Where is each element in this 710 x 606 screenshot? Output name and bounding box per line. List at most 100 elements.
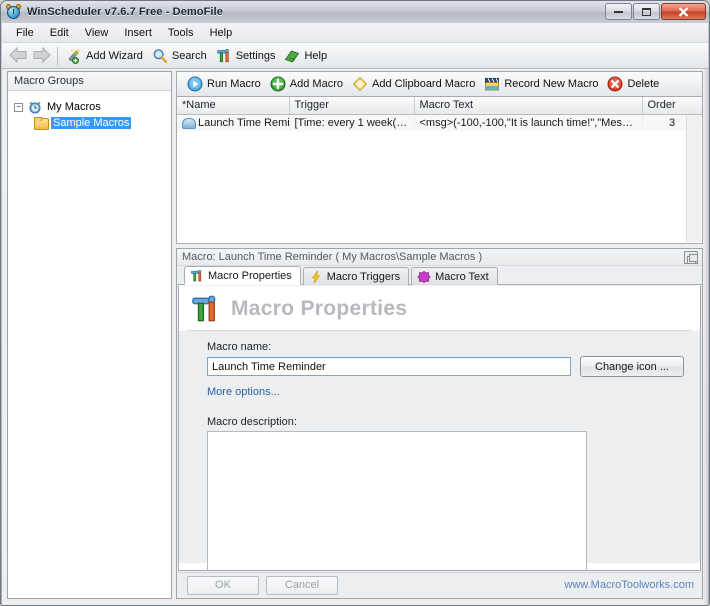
help-button[interactable]: Help xyxy=(281,46,333,66)
search-button[interactable]: Search xyxy=(149,46,213,66)
lightning-icon xyxy=(309,270,323,284)
menu-item-tools[interactable]: Tools xyxy=(160,25,202,41)
cell-name: Launch Time Reminder xyxy=(177,114,290,131)
tree-node-sample-macros-label: Sample Macros xyxy=(51,117,132,129)
title-bar: WinScheduler v7.6.7 Free - DemoFile xyxy=(1,1,709,23)
tools-icon xyxy=(216,48,232,64)
plus-circle-icon xyxy=(270,76,286,92)
tree-node-sample-macros[interactable]: Sample Macros xyxy=(14,115,167,131)
tools-icon xyxy=(191,294,221,324)
add-clipboard-macro-button[interactable]: Add Clipboard Macro xyxy=(349,74,481,94)
main-body: Macro Groups − My Macros Sample Macros R… xyxy=(2,69,708,605)
menu-item-view[interactable]: View xyxy=(77,25,117,41)
ok-button[interactable]: OK xyxy=(187,575,259,595)
delete-button[interactable]: Delete xyxy=(604,74,665,94)
macro-groups-tree: − My Macros Sample Macros xyxy=(8,91,171,135)
add-macro-button[interactable]: Add Macro xyxy=(267,74,349,94)
tree-node-my-macros-label: My Macros xyxy=(47,101,101,113)
macro-icon xyxy=(182,117,196,130)
back-arrow-icon[interactable] xyxy=(8,46,30,66)
tab-macro-properties[interactable]: Macro Properties xyxy=(184,266,301,285)
cell-name-text: Launch Time Reminder xyxy=(198,116,289,129)
toolbar-separator xyxy=(57,46,58,65)
magnifier-icon xyxy=(152,48,168,64)
application-window: WinScheduler v7.6.7 Free - DemoFile File… xyxy=(0,0,710,606)
page-title-text: Macro Properties xyxy=(231,297,408,320)
run-macro-button[interactable]: Run Macro xyxy=(184,74,267,94)
run-macro-label: Run Macro xyxy=(207,78,261,90)
window-title: WinScheduler v7.6.7 Free - DemoFile xyxy=(27,6,223,18)
table-header-row: *Name Trigger Macro Text Order xyxy=(177,97,702,115)
purple-blob-icon xyxy=(417,270,431,284)
clapboard-icon xyxy=(484,76,500,92)
menu-item-insert[interactable]: Insert xyxy=(116,25,160,41)
add-macro-label: Add Macro xyxy=(289,78,343,90)
column-header-trigger[interactable]: Trigger xyxy=(289,97,415,115)
menu-item-help[interactable]: Help xyxy=(202,25,241,41)
tree-node-my-macros[interactable]: − My Macros xyxy=(14,99,167,115)
detail-footer: OK Cancel www.MacroToolworks.com xyxy=(178,572,701,597)
alarm-clock-icon xyxy=(28,100,42,114)
table-row[interactable]: Launch Time Reminder [Time: every 1 week… xyxy=(177,114,702,131)
add-wizard-label: Add Wizard xyxy=(86,49,143,62)
delete-x-icon xyxy=(607,76,623,92)
settings-label: Settings xyxy=(235,49,276,62)
macro-name-row: Change icon ... xyxy=(207,356,684,377)
settings-button[interactable]: Settings xyxy=(213,46,282,66)
record-new-macro-label: Record New Macro xyxy=(504,78,599,90)
tab-macro-properties-label: Macro Properties xyxy=(208,269,292,282)
macro-description-input[interactable] xyxy=(207,431,587,570)
main-toolbar: Add Wizard Search Settings Help xyxy=(2,43,708,69)
macro-list-toolbar: Run Macro Add Macro Add Clipboard Macro … xyxy=(176,71,703,96)
maximize-button[interactable] xyxy=(633,3,660,20)
add-wizard-button[interactable]: Add Wizard xyxy=(63,46,149,66)
cell-macro-text: <msg>(-100,-100,"It is launch time!","Me… xyxy=(414,114,643,131)
tab-macro-text-label: Macro Text xyxy=(435,270,489,283)
tab-macro-triggers[interactable]: Macro Triggers xyxy=(302,267,410,285)
right-column: Run Macro Add Macro Add Clipboard Macro … xyxy=(176,71,703,599)
folder-icon xyxy=(34,117,49,130)
macro-name-input[interactable] xyxy=(207,357,571,376)
detail-header: Macro: Launch Time Reminder ( My Macros\… xyxy=(177,249,702,266)
add-clipboard-macro-label: Add Clipboard Macro xyxy=(372,78,476,90)
clipboard-diamond-icon xyxy=(352,76,368,92)
tab-macro-triggers-label: Macro Triggers xyxy=(326,270,401,283)
book-icon xyxy=(284,48,300,64)
minimize-button[interactable] xyxy=(605,3,632,20)
window-vertical-scrollbar[interactable] xyxy=(703,69,708,605)
detail-tabstrip: Macro Properties Macro Triggers Macro Te… xyxy=(177,266,702,285)
macro-properties-page: Macro Properties Macro name: Change icon… xyxy=(178,286,701,571)
search-label: Search xyxy=(171,49,207,62)
forward-arrow-icon[interactable] xyxy=(30,46,52,66)
more-options-link[interactable]: More options... xyxy=(207,386,280,398)
magic-wand-icon xyxy=(66,48,82,64)
change-icon-button[interactable]: Change icon ... xyxy=(580,356,684,377)
column-header-name[interactable]: *Name xyxy=(177,97,290,115)
expander-icon[interactable]: − xyxy=(14,102,23,112)
alarm-clock-icon xyxy=(5,3,22,20)
record-new-macro-button[interactable]: Record New Macro xyxy=(481,74,604,94)
close-button[interactable] xyxy=(661,3,706,20)
tab-macro-text[interactable]: Macro Text xyxy=(411,267,498,285)
macro-table: *Name Trigger Macro Text Order Launch Ti… xyxy=(177,97,702,131)
column-header-order[interactable]: Order xyxy=(642,97,702,115)
website-link[interactable]: www.MacroToolworks.com xyxy=(564,579,694,591)
tools-icon xyxy=(190,269,204,283)
macro-detail-panel: Macro: Launch Time Reminder ( My Macros\… xyxy=(176,248,703,599)
detail-header-text: Macro: Launch Time Reminder ( My Macros\… xyxy=(182,251,483,263)
cell-trigger: [Time: every 1 week(s) Mo,T... xyxy=(289,114,415,131)
column-header-macro-text[interactable]: Macro Text xyxy=(414,97,643,115)
restore-panel-icon[interactable] xyxy=(684,250,698,264)
page-title: Macro Properties xyxy=(179,286,700,330)
window-controls xyxy=(605,3,706,20)
menu-bar: File Edit View Insert Tools Help xyxy=(2,23,708,43)
play-icon xyxy=(187,76,203,92)
macro-name-label: Macro name: xyxy=(207,341,272,353)
macro-description-label: Macro description: xyxy=(207,416,297,428)
grid-vertical-scrollbar[interactable] xyxy=(686,115,701,242)
menu-item-file[interactable]: File xyxy=(8,25,42,41)
macro-list-grid: *Name Trigger Macro Text Order Launch Ti… xyxy=(176,96,703,244)
cancel-button[interactable]: Cancel xyxy=(266,575,338,595)
macro-properties-form: Macro name: Change icon ... More options… xyxy=(179,331,700,570)
menu-item-edit[interactable]: Edit xyxy=(42,25,77,41)
